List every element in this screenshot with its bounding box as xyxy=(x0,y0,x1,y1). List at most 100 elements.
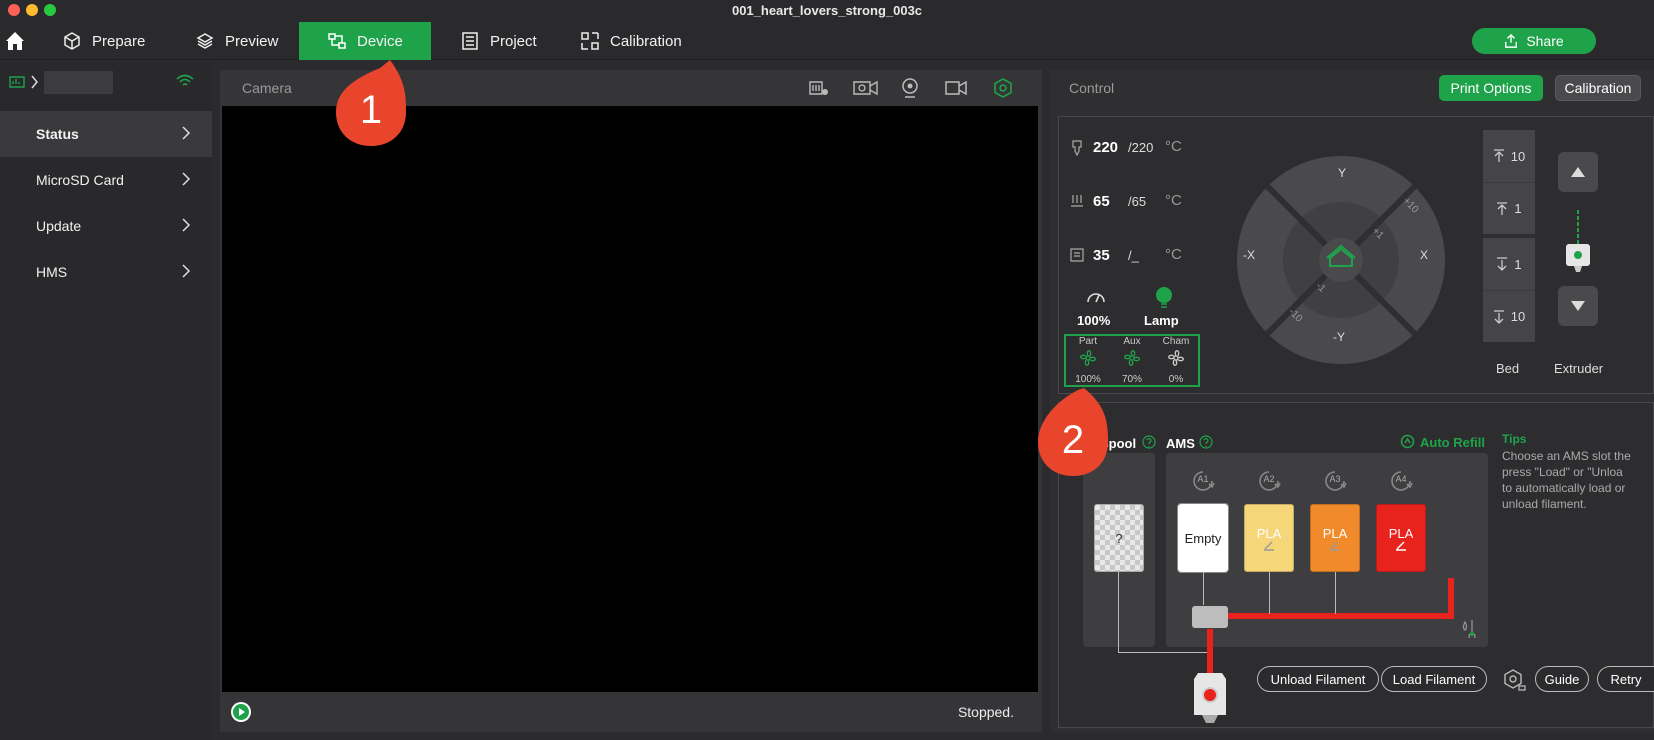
edit-icon xyxy=(1330,541,1340,551)
play-button[interactable] xyxy=(231,702,251,722)
slot-id: A1 xyxy=(1197,474,1209,484)
aux-fan[interactable]: Aux 70% xyxy=(1110,336,1154,386)
ams-slot-index-a4: A4 xyxy=(1388,468,1414,494)
ams-slot-a2[interactable]: PLA xyxy=(1244,504,1294,572)
extruder-up-button[interactable] xyxy=(1558,152,1598,192)
sidebar-item-label: MicroSD Card xyxy=(36,172,124,188)
calibration-icon xyxy=(581,32,599,50)
auto-refill-button[interactable]: Auto Refill xyxy=(1420,435,1485,450)
unload-filament-button[interactable]: Unload Filament xyxy=(1257,666,1379,692)
wifi-icon xyxy=(176,74,194,86)
callout-2: 2 xyxy=(1036,388,1110,478)
tab-label: Prepare xyxy=(92,32,146,50)
device-icon xyxy=(328,33,346,49)
tab-preview[interactable]: Preview xyxy=(167,22,306,60)
heatbed-icon xyxy=(1071,195,1083,207)
cube-icon xyxy=(64,32,80,50)
external-spool-slot[interactable]: ? xyxy=(1094,504,1144,572)
control-title: Control xyxy=(1069,80,1115,96)
part-fan[interactable]: Part 100% xyxy=(1066,336,1110,386)
printer-name-redacted xyxy=(44,71,113,94)
ams-slot-a1[interactable]: Empty xyxy=(1177,503,1229,573)
control-panel: Control Print Options Calibration 220 /2… xyxy=(1050,70,1654,732)
arrow-down-icon xyxy=(1497,257,1508,271)
help-icon[interactable] xyxy=(1199,435,1213,449)
bed-up-1-button[interactable]: 1 xyxy=(1483,182,1535,234)
ams-slot-a4[interactable]: PLA xyxy=(1376,504,1426,572)
extruder-label: Extruder xyxy=(1554,361,1604,376)
nozzle-temp-target[interactable]: /220 xyxy=(1128,140,1153,155)
sidebar-item-microsd-card[interactable]: MicroSD Card xyxy=(0,157,212,203)
bed-temp-target[interactable]: /65 xyxy=(1128,194,1146,209)
sidebar-item-label: Status xyxy=(36,126,79,142)
chamber-temp-current: 35 xyxy=(1093,247,1110,264)
timelapse-icon[interactable] xyxy=(852,78,880,98)
tips-text: Choose an AMS slot the press "Load" or "… xyxy=(1502,448,1654,512)
tab-label: Preview xyxy=(225,32,279,50)
load-filament-button[interactable]: Load Filament xyxy=(1381,666,1487,692)
chamber-icon xyxy=(1070,248,1084,262)
print-options-label: Print Options xyxy=(1450,80,1532,96)
sidebar-item-label: HMS xyxy=(36,264,68,280)
webcam-icon[interactable] xyxy=(900,77,920,99)
speed-value: 100% xyxy=(1077,313,1111,328)
window-title: 001_heart_lovers_strong_003c xyxy=(731,3,923,18)
fan-label: Cham xyxy=(1162,336,1190,347)
chamber-temp-target[interactable]: /_ xyxy=(1128,248,1139,263)
camera-viewport[interactable] xyxy=(222,106,1038,692)
help-icon[interactable] xyxy=(1142,435,1156,449)
ams-slot-index-a3: A3 xyxy=(1322,468,1348,494)
calibration-button[interactable]: Calibration xyxy=(1555,75,1641,101)
callout-1: 1 xyxy=(334,60,408,148)
nozzle-temp-unit: °C xyxy=(1165,138,1182,155)
ams-slot-index-a2: A2 xyxy=(1256,468,1282,494)
button-label: Unload Filament xyxy=(1270,671,1366,687)
auto-refill-icon xyxy=(1400,434,1415,449)
bed-label: Bed xyxy=(1496,361,1520,376)
bed-down-1-button[interactable]: 1 xyxy=(1483,238,1535,290)
tab-label: Calibration xyxy=(610,32,682,50)
chamber-fan[interactable]: Cham 0% xyxy=(1154,336,1198,386)
arrow-up-icon xyxy=(1497,201,1508,215)
guide-button[interactable]: Guide xyxy=(1535,666,1589,692)
edit-icon xyxy=(1264,541,1274,551)
retry-button[interactable]: Retry xyxy=(1597,666,1654,692)
share-label: Share xyxy=(1526,33,1564,49)
fan-icon xyxy=(1168,350,1184,366)
speed-icon[interactable] xyxy=(1086,288,1106,304)
jog-neg-y-label: -Y xyxy=(1333,330,1345,344)
tab-device[interactable]: Device xyxy=(299,22,431,60)
tab-project[interactable]: Project xyxy=(432,22,565,60)
slot-path xyxy=(1335,572,1336,614)
sidebar-item-status[interactable]: Status xyxy=(0,111,212,157)
toolhead-icon xyxy=(1194,673,1226,723)
tab-prepare[interactable]: Prepare xyxy=(34,22,173,60)
slot-label: PLA xyxy=(1322,525,1348,541)
printer-selector[interactable] xyxy=(0,61,212,111)
arrow-up-icon xyxy=(1493,149,1504,162)
sidebar-item-hms[interactable]: HMS xyxy=(0,249,212,295)
video-camera-icon[interactable] xyxy=(944,78,968,98)
sd-record-icon[interactable] xyxy=(808,78,830,98)
home-icon[interactable] xyxy=(4,30,26,52)
bed-down-10-button[interactable]: 10 xyxy=(1483,290,1535,342)
button-label: Load Filament xyxy=(1392,671,1476,687)
fan-value: 70% xyxy=(1121,374,1142,385)
share-button[interactable]: Share xyxy=(1472,28,1596,54)
ams-settings-icon[interactable] xyxy=(1501,668,1527,692)
fan-icon xyxy=(1124,350,1140,366)
fan-label: Aux xyxy=(1123,336,1141,347)
nozzle-temp-current: 220 xyxy=(1093,139,1119,156)
camera-settings-icon[interactable] xyxy=(992,77,1014,99)
extruder-down-button[interactable] xyxy=(1558,286,1598,326)
ams-slot-a3[interactable]: PLA xyxy=(1310,504,1360,572)
tab-calibration[interactable]: Calibration xyxy=(552,22,710,60)
sidebar-item-update[interactable]: Update xyxy=(0,203,212,249)
bed-up-10-button[interactable]: 10 xyxy=(1483,130,1535,182)
arrow-down-icon xyxy=(1493,309,1504,324)
print-options-button[interactable]: Print Options xyxy=(1439,75,1543,101)
slot-label: PLA xyxy=(1388,525,1414,541)
ams-hub-icon xyxy=(1192,606,1228,628)
fan-icon xyxy=(1080,350,1096,366)
lamp-icon[interactable] xyxy=(1154,286,1174,308)
